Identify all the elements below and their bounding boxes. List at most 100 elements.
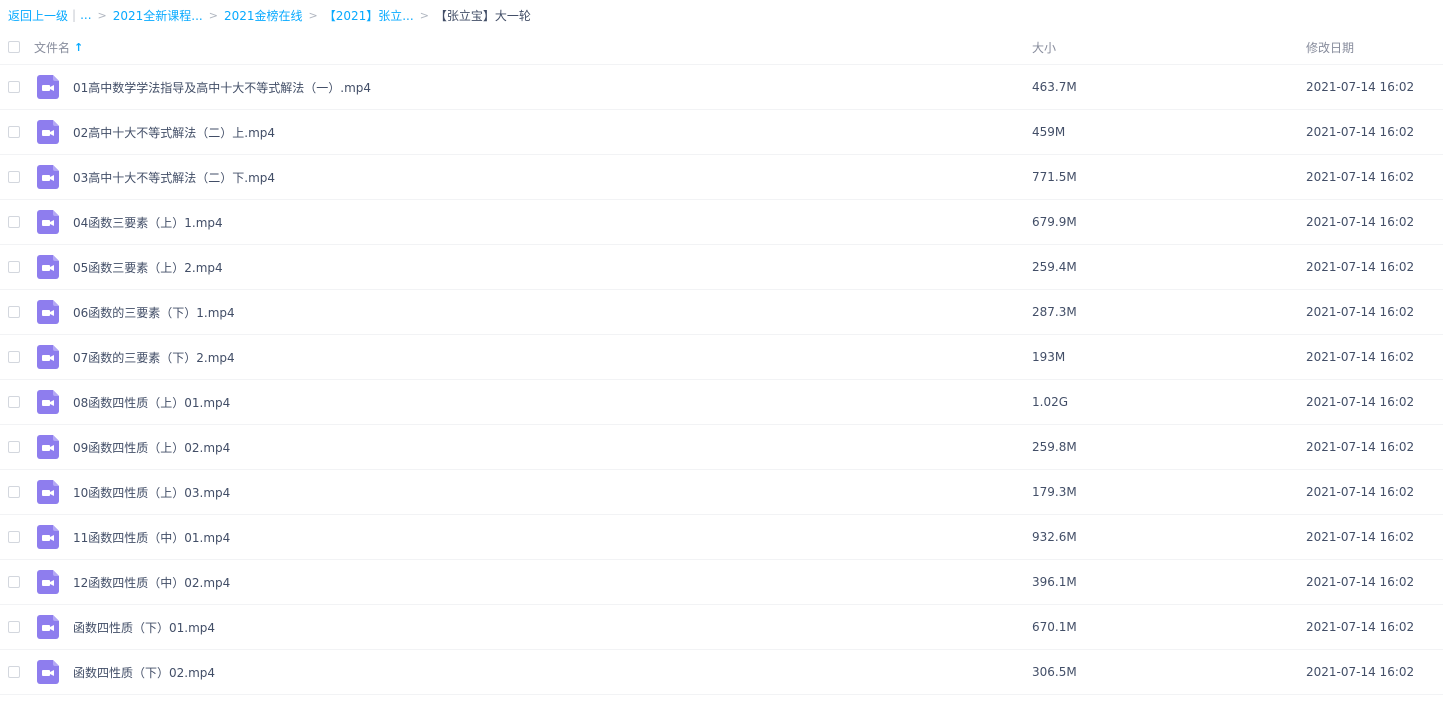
file-date: 2021-07-14 16:02 bbox=[1306, 80, 1415, 94]
file-row[interactable]: 11函数四性质（中）01.mp4 932.6M 2021-07-14 16:02 bbox=[0, 515, 1443, 560]
video-file-icon bbox=[37, 525, 59, 549]
name-column-label: 文件名 bbox=[34, 40, 71, 55]
row-checkbox[interactable] bbox=[8, 81, 20, 93]
file-name[interactable]: 02高中十大不等式解法（二）上.mp4 bbox=[73, 124, 275, 141]
file-name[interactable]: 10函数四性质（上）03.mp4 bbox=[73, 484, 230, 501]
file-row[interactable]: 02高中十大不等式解法（二）上.mp4 459M 2021-07-14 16:0… bbox=[0, 110, 1443, 155]
list-header: 文件名 ↑ 大小 修改日期 bbox=[0, 30, 1443, 65]
row-checkbox[interactable] bbox=[8, 216, 20, 228]
file-date: 2021-07-14 16:02 bbox=[1306, 440, 1415, 454]
breadcrumb-item-3[interactable]: 【2021】张立... bbox=[324, 7, 414, 24]
chevron-right-icon: > bbox=[208, 8, 218, 22]
file-row[interactable]: 08函数四性质（上）01.mp4 1.02G 2021-07-14 16:02 bbox=[0, 380, 1443, 425]
file-name[interactable]: 11函数四性质（中）01.mp4 bbox=[73, 529, 230, 546]
video-file-icon bbox=[37, 660, 59, 684]
name-column-header[interactable]: 文件名 ↑ bbox=[34, 39, 83, 56]
row-checkbox[interactable] bbox=[8, 306, 20, 318]
file-size: 193M bbox=[1032, 350, 1066, 364]
file-name[interactable]: 04函数三要素（上）1.mp4 bbox=[73, 214, 223, 231]
row-checkbox[interactable] bbox=[8, 531, 20, 543]
file-row[interactable]: 03高中十大不等式解法（二）下.mp4 771.5M 2021-07-14 16… bbox=[0, 155, 1443, 200]
row-checkbox[interactable] bbox=[8, 351, 20, 363]
file-name[interactable]: 05函数三要素（上）2.mp4 bbox=[73, 259, 223, 276]
row-checkbox[interactable] bbox=[8, 576, 20, 588]
file-date: 2021-07-14 16:02 bbox=[1306, 485, 1415, 499]
file-name[interactable]: 09函数四性质（上）02.mp4 bbox=[73, 439, 230, 456]
file-row[interactable]: 04函数三要素（上）1.mp4 679.9M 2021-07-14 16:02 bbox=[0, 200, 1443, 245]
video-file-icon bbox=[37, 210, 59, 234]
file-size: 179.3M bbox=[1032, 485, 1077, 499]
breadcrumb-item-1[interactable]: 2021全新课程... bbox=[113, 7, 203, 24]
file-date: 2021-07-14 16:02 bbox=[1306, 665, 1415, 679]
file-row[interactable]: 01高中数学学法指导及高中十大不等式解法（一）.mp4 463.7M 2021-… bbox=[0, 65, 1443, 110]
file-size: 287.3M bbox=[1032, 305, 1077, 319]
file-date: 2021-07-14 16:02 bbox=[1306, 350, 1415, 364]
file-date: 2021-07-14 16:02 bbox=[1306, 575, 1415, 589]
file-row[interactable]: 函数四性质（下）02.mp4 306.5M 2021-07-14 16:02 bbox=[0, 650, 1443, 695]
file-date: 2021-07-14 16:02 bbox=[1306, 620, 1415, 634]
video-file-icon bbox=[37, 300, 59, 324]
file-name[interactable]: 12函数四性质（中）02.mp4 bbox=[73, 574, 230, 591]
file-name[interactable]: 06函数的三要素（下）1.mp4 bbox=[73, 304, 235, 321]
file-size: 463.7M bbox=[1032, 80, 1077, 94]
file-browser: 返回上一级 | ... > 2021全新课程... > 2021金榜在线 > 【… bbox=[0, 0, 1443, 702]
chevron-right-icon: > bbox=[97, 8, 107, 22]
file-row[interactable]: 07函数的三要素（下）2.mp4 193M 2021-07-14 16:02 bbox=[0, 335, 1443, 380]
video-file-icon bbox=[37, 165, 59, 189]
back-link[interactable]: 返回上一级 bbox=[8, 7, 68, 24]
file-date: 2021-07-14 16:02 bbox=[1306, 530, 1415, 544]
breadcrumb-item-2[interactable]: 2021金榜在线 bbox=[224, 7, 303, 24]
file-date: 2021-07-14 16:02 bbox=[1306, 305, 1415, 319]
file-list: 01高中数学学法指导及高中十大不等式解法（一）.mp4 463.7M 2021-… bbox=[0, 65, 1443, 695]
file-name[interactable]: 函数四性质（下）02.mp4 bbox=[73, 664, 215, 681]
file-size: 1.02G bbox=[1032, 395, 1069, 409]
video-file-icon bbox=[37, 120, 59, 144]
row-checkbox[interactable] bbox=[8, 126, 20, 138]
chevron-right-icon: > bbox=[419, 8, 429, 22]
video-file-icon bbox=[37, 570, 59, 594]
video-file-icon bbox=[37, 480, 59, 504]
file-name[interactable]: 07函数的三要素（下）2.mp4 bbox=[73, 349, 235, 366]
video-file-icon bbox=[37, 615, 59, 639]
file-row[interactable]: 10函数四性质（上）03.mp4 179.3M 2021-07-14 16:02 bbox=[0, 470, 1443, 515]
row-checkbox[interactable] bbox=[8, 261, 20, 273]
file-row[interactable]: 06函数的三要素（下）1.mp4 287.3M 2021-07-14 16:02 bbox=[0, 290, 1443, 335]
chevron-right-icon: > bbox=[308, 8, 318, 22]
video-file-icon bbox=[37, 390, 59, 414]
file-row[interactable]: 函数四性质（下）01.mp4 670.1M 2021-07-14 16:02 bbox=[0, 605, 1443, 650]
file-date: 2021-07-14 16:02 bbox=[1306, 170, 1415, 184]
file-size: 679.9M bbox=[1032, 215, 1077, 229]
breadcrumb: 返回上一级 | ... > 2021全新课程... > 2021金榜在线 > 【… bbox=[0, 0, 1443, 30]
file-name[interactable]: 03高中十大不等式解法（二）下.mp4 bbox=[73, 169, 275, 186]
row-checkbox[interactable] bbox=[8, 621, 20, 633]
select-all-checkbox[interactable] bbox=[8, 41, 20, 53]
file-row[interactable]: 05函数三要素（上）2.mp4 259.4M 2021-07-14 16:02 bbox=[0, 245, 1443, 290]
sort-ascending-icon[interactable]: ↑ bbox=[74, 41, 83, 54]
file-size: 670.1M bbox=[1032, 620, 1077, 634]
video-file-icon bbox=[37, 75, 59, 99]
file-name[interactable]: 函数四性质（下）01.mp4 bbox=[73, 619, 215, 636]
file-size: 396.1M bbox=[1032, 575, 1077, 589]
file-name[interactable]: 08函数四性质（上）01.mp4 bbox=[73, 394, 230, 411]
size-column-header[interactable]: 大小 bbox=[1032, 39, 1056, 56]
row-checkbox[interactable] bbox=[8, 396, 20, 408]
file-size: 932.6M bbox=[1032, 530, 1077, 544]
file-row[interactable]: 12函数四性质（中）02.mp4 396.1M 2021-07-14 16:02 bbox=[0, 560, 1443, 605]
file-date: 2021-07-14 16:02 bbox=[1306, 125, 1415, 139]
row-checkbox[interactable] bbox=[8, 486, 20, 498]
video-file-icon bbox=[37, 435, 59, 459]
video-file-icon bbox=[37, 255, 59, 279]
row-checkbox[interactable] bbox=[8, 171, 20, 183]
date-column-header[interactable]: 修改日期 bbox=[1306, 39, 1354, 56]
file-date: 2021-07-14 16:02 bbox=[1306, 260, 1415, 274]
file-date: 2021-07-14 16:02 bbox=[1306, 395, 1415, 409]
row-checkbox[interactable] bbox=[8, 441, 20, 453]
file-row[interactable]: 09函数四性质（上）02.mp4 259.8M 2021-07-14 16:02 bbox=[0, 425, 1443, 470]
row-checkbox[interactable] bbox=[8, 666, 20, 678]
file-size: 259.4M bbox=[1032, 260, 1077, 274]
file-size: 771.5M bbox=[1032, 170, 1077, 184]
file-date: 2021-07-14 16:02 bbox=[1306, 215, 1415, 229]
breadcrumb-ellipsis[interactable]: ... bbox=[80, 8, 91, 22]
file-name[interactable]: 01高中数学学法指导及高中十大不等式解法（一）.mp4 bbox=[73, 79, 371, 96]
file-size: 459M bbox=[1032, 125, 1066, 139]
